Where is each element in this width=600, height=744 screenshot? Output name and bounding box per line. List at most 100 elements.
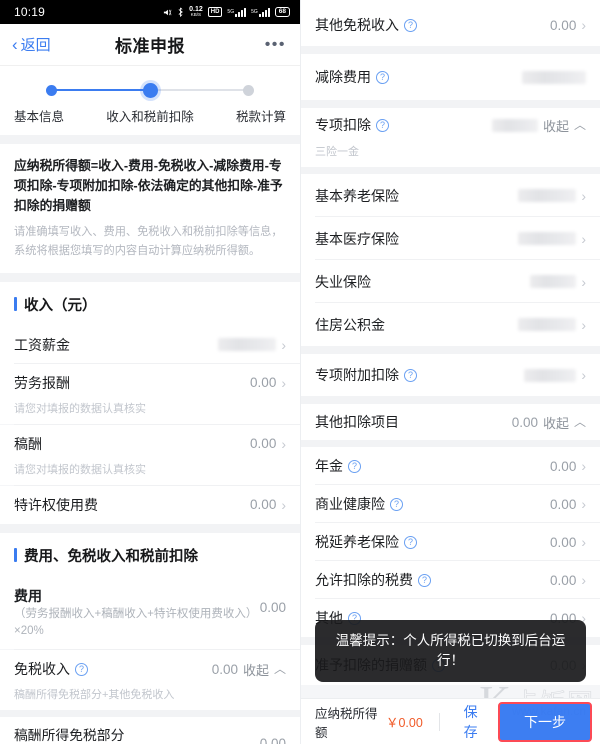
chevron-right-icon: › [581,316,586,333]
notice-block: 应纳税所得额=收入-费用-免税收入-减除费用-专项扣除-专项附加扣除-依法确定的… [0,144,300,273]
bluetooth-icon [177,7,184,17]
chevron-right-icon: › [581,534,586,550]
masked-value [524,368,577,382]
row-other-deduction-items[interactable]: 其他扣除项目 0.00 收起 ︿ [301,404,600,440]
collapse-label[interactable]: 收起 [543,413,569,432]
masked-value [522,70,586,84]
row-value: 0.00 [250,436,277,452]
section-gap [301,100,600,108]
back-button[interactable]: ‹ 返回 [12,34,51,55]
masked-value [530,275,577,288]
row-value: 0.00 [550,17,577,33]
section-accent-bar [14,297,17,312]
stepper: 基本信息 收入和税前扣除 税款计算 [0,66,300,135]
row-special-additional-deduction[interactable]: 专项附加扣除 ? › [301,354,600,396]
row-salary[interactable]: 工资薪金 › [0,325,300,364]
help-icon[interactable]: ? [404,368,417,382]
section-header-income: 收入（元） [0,281,300,326]
row-hint: 请您对填报的数据认真核实 [0,460,300,485]
row-value: 0.00 [259,599,286,615]
collapse-label[interactable]: 收起 [543,116,569,135]
section-gap [301,440,600,447]
help-icon[interactable]: ? [418,573,431,587]
chevron-right-icon: › [581,458,586,474]
save-button[interactable]: 保存 [454,702,498,742]
masked-value [518,189,577,202]
notice-subtext: 请准确填写收入、费用、免税收入和税前扣除等信息，系统将根据您填写的内容自动计算应… [14,226,283,257]
status-time: 10:19 [14,5,46,19]
row-basic-medical-insurance[interactable]: 基本医疗保险 › [301,217,600,260]
section-title-text: 收入（元） [24,297,97,314]
more-options-icon[interactable]: ••• [265,37,286,52]
help-icon[interactable]: ? [376,70,389,84]
section-gap [0,710,300,718]
row-fee[interactable]: 费用 （劳务报酬收入+稿酬收入+特许权使用费收入）×20% 0.00 [0,576,300,650]
row-label: 商业健康险 [315,496,385,512]
help-icon[interactable]: ? [404,535,417,549]
chevron-right-icon: › [581,17,586,33]
row-deductible-taxes[interactable]: 允许扣除的税费 ? 0.00 › [301,561,600,599]
row-value: 0.00 [211,661,238,677]
nav-bar: ‹ 返回 标准申报 ••• [0,24,300,66]
help-icon[interactable]: ? [376,118,389,132]
stepper-label-2[interactable]: 收入和税前扣除 [106,106,194,125]
row-special-deduction[interactable]: 专项扣除 ? 收起 ︿ [301,108,600,142]
status-icons: 0.12 KB/S HD 5G 5G 68 [163,6,290,18]
chevron-up-icon[interactable]: ︿ [574,119,586,131]
next-step-button[interactable]: 下一步 [497,701,592,742]
row-tax-free-income[interactable]: 免税收入 ? 0.00 收起 ︿ [0,650,300,689]
help-icon[interactable]: ? [348,459,361,473]
row-royalty-tax-free-part[interactable]: 稿酬所得免税部分 稿酬收入×(1-20%）×30% 0.00 [0,717,300,744]
row-annuity[interactable]: 年金 ? 0.00 › [301,447,600,485]
row-label: 住房公积金 [315,316,385,333]
chevron-right-icon: › [581,496,586,512]
row-value: 0.00 [550,572,577,588]
help-icon[interactable]: ? [75,662,88,676]
toast-message: 温馨提示：个人所得税已切换到后台运行！ [315,619,586,682]
row-label: 其他免税收入 [315,17,399,33]
chevron-up-icon[interactable]: ︿ [574,416,586,428]
stepper-label-1[interactable]: 基本信息 [14,106,64,125]
section-gap [301,396,600,404]
masked-value [518,318,577,331]
stepper-label-3[interactable]: 税款计算 [236,106,286,125]
chevron-right-icon: › [581,273,586,290]
section-header-deduction: 费用、免税收入和税前扣除 [0,532,300,577]
row-royalty-income[interactable]: 稿酬 0.00 › [0,424,300,463]
row-formula: （劳务报酬收入+稿酬收入+特许权使用费收入）×20% [14,607,252,638]
row-label: 专项扣除 [315,117,371,133]
section-gap [301,167,600,174]
section-gap [301,346,600,354]
stepper-dot-2-current[interactable] [143,82,158,98]
status-bar: 10:19 0.12 KB/S HD 5G 5G 68 [0,0,300,24]
row-unemployment-insurance[interactable]: 失业保险 › [301,260,600,303]
masked-value [518,232,577,245]
stepper-dot-3[interactable] [243,84,254,96]
help-icon[interactable]: ? [390,497,403,511]
row-commercial-health-insurance[interactable]: 商业健康险 ? 0.00 › [301,485,600,523]
row-basic-pension-insurance[interactable]: 基本养老保险 › [301,174,600,217]
help-icon[interactable]: ? [404,18,417,32]
stepper-track [46,82,254,98]
section-accent-bar [14,548,17,563]
signal-icon-2: 5G [251,7,270,17]
chevron-left-icon: ‹ [12,35,18,54]
row-deferred-pension-insurance[interactable]: 税延养老保险 ? 0.00 › [301,523,600,561]
divider [438,712,440,731]
row-housing-fund[interactable]: 住房公积金 › [301,303,600,346]
stepper-dot-1[interactable] [46,84,57,96]
row-other-tax-free-income[interactable]: 其他免税收入 ? 0.00 › [301,4,600,46]
row-labor-income[interactable]: 劳务报酬 0.00 › [0,363,300,402]
row-label: 减除费用 [315,69,371,85]
row-franchise-fee[interactable]: 特许权使用费 0.00 › [0,485,300,524]
mute-icon [163,8,172,17]
row-label: 年金 [315,458,343,474]
chevron-up-icon[interactable]: ︿ [274,663,286,675]
collapse-label[interactable]: 收起 [243,660,269,679]
masked-value [491,118,538,132]
row-hint: 请您对填报的数据认真核实 [0,399,300,424]
chevron-right-icon: › [281,435,286,452]
stepper-labels: 基本信息 收入和税前扣除 税款计算 [0,98,300,125]
row-label: 失业保险 [315,273,371,290]
row-reduction-fee[interactable]: 减除费用 ? [301,54,600,100]
